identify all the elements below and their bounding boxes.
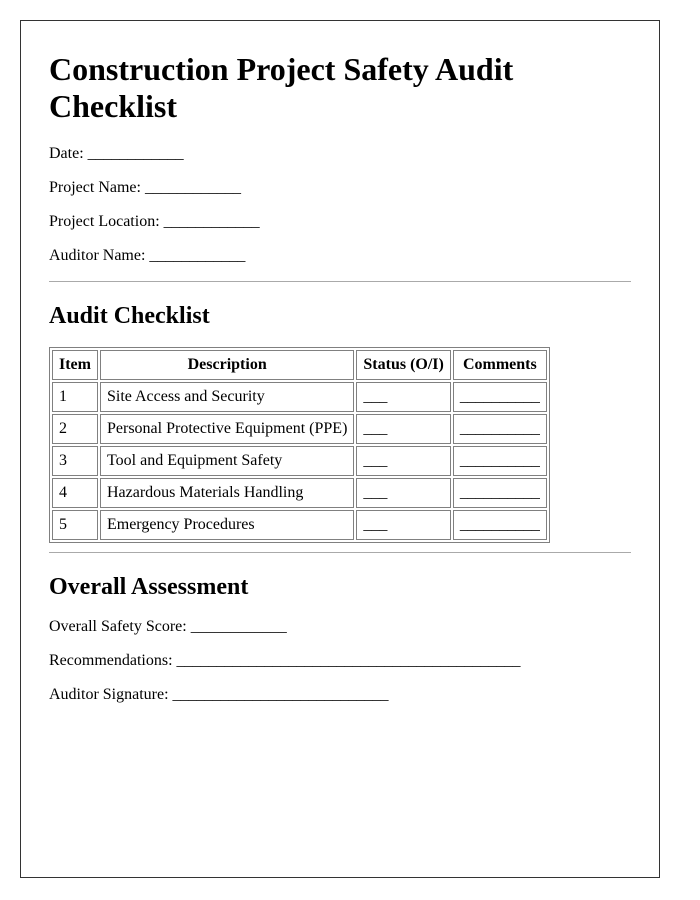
status-blank[interactable]: ___ [356,510,451,540]
column-header-item: Item [52,350,98,380]
field-label: Date: [49,145,84,162]
auditor-name-field[interactable]: Auditor Name: ____________ [49,247,631,265]
table-row: 1 Site Access and Security ___ _________… [52,382,547,412]
comments-blank[interactable]: __________ [452,382,547,412]
recommendations-field[interactable]: Recommendations: _______________________… [49,652,631,670]
comments-blank[interactable]: __________ [452,446,547,476]
field-blank[interactable]: ____________ [145,179,241,196]
field-label: Project Name: [49,179,141,196]
comments-blank[interactable]: __________ [452,414,547,444]
item-number: 3 [52,446,98,476]
field-label: Recommendations: [49,652,173,669]
item-number: 5 [52,510,98,540]
assessment-fields: Overall Safety Score: ____________ Recom… [49,618,631,704]
item-description: Site Access and Security [99,382,355,412]
field-blank[interactable]: ________________________________________… [177,652,521,669]
status-blank[interactable]: ___ [356,446,451,476]
comments-blank[interactable]: __________ [452,478,547,508]
document-page: Construction Project Safety Audit Checkl… [20,20,660,878]
status-blank[interactable]: ___ [356,478,451,508]
status-blank[interactable]: ___ [356,414,451,444]
field-blank[interactable]: ___________________________ [173,686,389,703]
field-blank[interactable]: ____________ [191,618,287,635]
header-fields: Date: ____________ Project Name: _______… [49,145,631,265]
item-description: Emergency Procedures [99,510,355,540]
date-field[interactable]: Date: ____________ [49,145,631,163]
safety-score-field[interactable]: Overall Safety Score: ____________ [49,618,631,636]
column-header-comments: Comments [452,350,547,380]
table-row: 3 Tool and Equipment Safety ___ ________… [52,446,547,476]
column-header-status: Status (O/I) [356,350,451,380]
item-description: Personal Protective Equipment (PPE) [99,414,355,444]
section-divider [49,281,631,282]
status-blank[interactable]: ___ [356,382,451,412]
section-divider [49,552,631,553]
item-number: 4 [52,478,98,508]
field-label: Project Location: [49,213,160,230]
audit-checklist-table: Item Description Status (O/I) Comments 1… [49,347,550,543]
page-title: Construction Project Safety Audit Checkl… [49,51,514,124]
auditor-signature-field[interactable]: Auditor Signature: _____________________… [49,686,631,704]
item-description: Tool and Equipment Safety [99,446,355,476]
item-number: 2 [52,414,98,444]
project-location-field[interactable]: Project Location: ____________ [49,213,631,231]
comments-blank[interactable]: __________ [452,510,547,540]
field-blank[interactable]: ____________ [149,247,245,264]
item-description: Hazardous Materials Handling [99,478,355,508]
field-blank[interactable]: ____________ [164,213,260,230]
column-header-description: Description [99,350,355,380]
item-number: 1 [52,382,98,412]
field-label: Auditor Signature: [49,686,169,703]
project-name-field[interactable]: Project Name: ____________ [49,179,631,197]
field-blank[interactable]: ____________ [88,145,184,162]
table-row: 2 Personal Protective Equipment (PPE) __… [52,414,547,444]
field-label: Overall Safety Score: [49,618,187,635]
table-row: 5 Emergency Procedures ___ __________ [52,510,547,540]
field-label: Auditor Name: [49,247,146,264]
table-header-row: Item Description Status (O/I) Comments [52,350,547,380]
checklist-heading: Audit Checklist [49,303,210,329]
table-row: 4 Hazardous Materials Handling ___ _____… [52,478,547,508]
assessment-heading: Overall Assessment [49,574,249,600]
